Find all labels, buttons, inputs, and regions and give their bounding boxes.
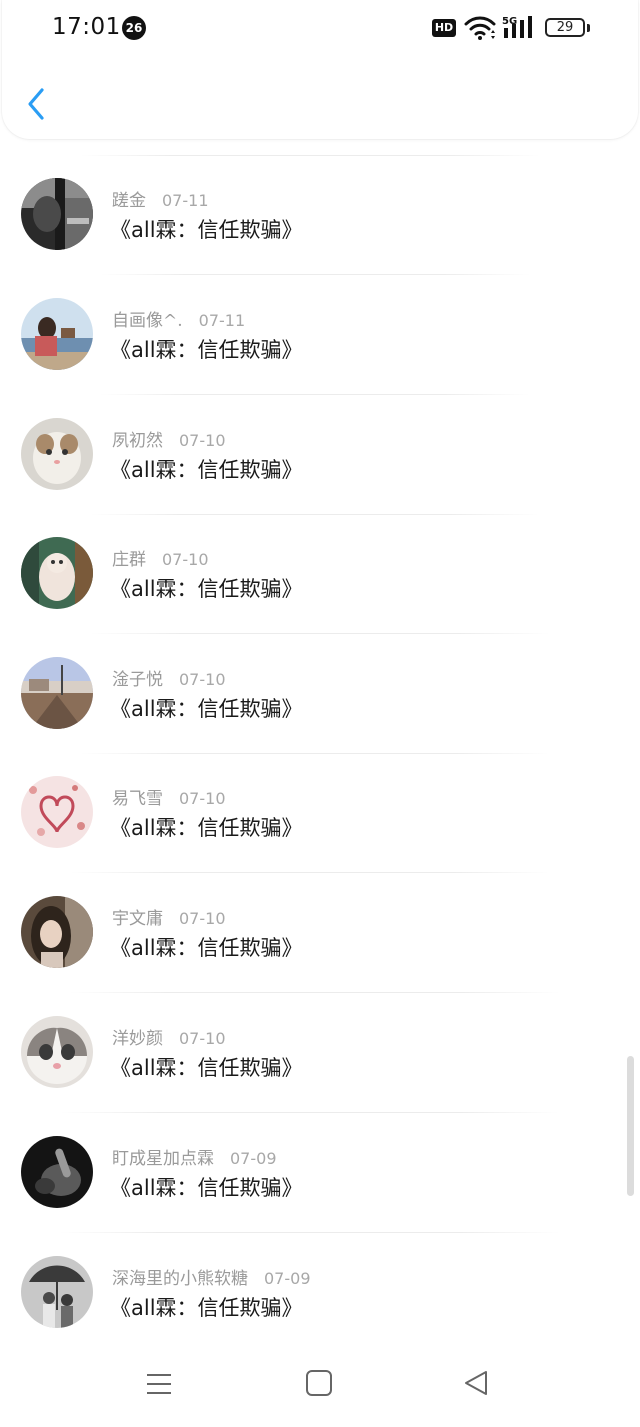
wifi-icon [464, 15, 496, 45]
name-line: 洋妙颜 07-10 [112, 1024, 226, 1049]
divider [90, 514, 540, 515]
list-item[interactable]: 深海里的小熊软糖 07-09 《all霖：信任欺骗》 [0, 1256, 640, 1356]
avatar[interactable] [21, 657, 93, 729]
post-title[interactable]: 《all霖：信任欺骗》 [110, 334, 303, 364]
divider [80, 155, 540, 156]
name-line: 庄群 07-10 [112, 545, 209, 570]
list-item[interactable]: 洋妙颜 07-10 《all霖：信任欺骗》 [0, 1016, 640, 1116]
list-item[interactable]: 庄群 07-10 《all霖：信任欺骗》 [0, 537, 640, 637]
post-title[interactable]: 《all霖：信任欺骗》 [110, 573, 303, 603]
list-item[interactable]: 宇文庸 07-10 《all霖：信任欺骗》 [0, 896, 640, 996]
post-title[interactable]: 《all霖：信任欺骗》 [110, 1292, 303, 1322]
home-button[interactable] [305, 1369, 333, 1401]
chevron-left-icon [28, 88, 44, 120]
user-name: 洋妙颜 [112, 1029, 163, 1049]
post-title[interactable]: 《all霖：信任欺骗》 [110, 1172, 303, 1202]
avatar[interactable] [21, 418, 93, 490]
user-name: 易飞雪 [112, 789, 163, 809]
list-item[interactable]: 盯成星加点霖 07-09 《all霖：信任欺骗》 [0, 1136, 640, 1236]
post-date: 07-09 [230, 1149, 277, 1168]
name-line: 宇文庸 07-10 [112, 904, 226, 929]
user-name: 盯成星加点霖 [112, 1149, 214, 1169]
user-name: 淦子悦 [112, 670, 163, 690]
name-line: 淦子悦 07-10 [112, 665, 226, 690]
divider [100, 394, 530, 395]
list-item[interactable]: 夙初然 07-10 《all霖：信任欺骗》 [0, 418, 640, 518]
back-triangle-icon [465, 1371, 487, 1395]
user-name: 自画像^. [112, 311, 183, 331]
scrollbar[interactable] [627, 1056, 634, 1196]
user-name: 夙初然 [112, 431, 163, 451]
divider [90, 633, 550, 634]
post-title[interactable]: 《all霖：信任欺骗》 [110, 812, 303, 842]
menu-icon [147, 1374, 171, 1394]
post-date: 07-10 [162, 550, 209, 569]
post-title[interactable]: 《all霖：信任欺骗》 [110, 1052, 303, 1082]
avatar[interactable] [21, 776, 93, 848]
signal-5g-icon: 5G [502, 14, 536, 44]
post-date: 07-10 [179, 909, 226, 928]
post-title[interactable]: 《all霖：信任欺骗》 [110, 214, 303, 244]
post-date: 07-10 [179, 1029, 226, 1048]
post-date: 07-10 [179, 789, 226, 808]
avatar[interactable] [21, 1136, 93, 1208]
name-line: 夙初然 07-10 [112, 426, 226, 451]
app-screen: 蹉金 07-11 《all霖：信任欺骗》 自画像^. 07-11 《all霖：信任欺… [0, 0, 640, 1427]
divider [100, 274, 530, 275]
post-date: 07-10 [179, 431, 226, 450]
divider [60, 1112, 560, 1113]
name-line: 盯成星加点霖 07-09 [112, 1144, 277, 1169]
avatar[interactable] [21, 1256, 93, 1328]
user-name: 蹉金 [112, 191, 146, 211]
user-name: 深海里的小熊软糖 [112, 1269, 248, 1289]
system-back-button[interactable] [462, 1369, 490, 1401]
list-item[interactable]: 自画像^. 07-11 《all霖：信任欺骗》 [0, 298, 640, 398]
avatar[interactable] [21, 1016, 93, 1088]
divider [70, 992, 560, 993]
avatar[interactable] [21, 537, 93, 609]
post-title[interactable]: 《all霖：信任欺骗》 [110, 454, 303, 484]
notification-badge: 26 [122, 16, 146, 40]
user-name: 宇文庸 [112, 909, 163, 929]
back-button[interactable] [22, 84, 54, 124]
battery-indicator: 29 [545, 18, 585, 37]
hd-icon: HD [432, 19, 456, 37]
list-item[interactable]: 易飞雪 07-10 《all霖：信任欺骗》 [0, 776, 640, 876]
post-title[interactable]: 《all霖：信任欺骗》 [110, 693, 303, 723]
home-square-icon [306, 1370, 332, 1396]
divider [60, 1232, 560, 1233]
status-time: 17:01 [52, 14, 121, 40]
post-date: 07-11 [198, 311, 246, 330]
battery-tip [587, 24, 590, 32]
avatar[interactable] [21, 178, 93, 250]
list-item[interactable]: 淦子悦 07-10 《all霖：信任欺骗》 [0, 657, 640, 757]
system-nav-bar [0, 1345, 640, 1427]
post-date: 07-09 [264, 1269, 311, 1288]
name-line: 自画像^. 07-11 [112, 306, 245, 331]
list-item[interactable]: 蹉金 07-11 《all霖：信任欺骗》 [0, 178, 640, 278]
name-line: 易飞雪 07-10 [112, 784, 226, 809]
avatar[interactable] [21, 298, 93, 370]
top-bar: 17:01 26 HD 5G 29 [2, 0, 638, 139]
post-date: 07-10 [179, 670, 226, 689]
post-date: 07-11 [162, 191, 209, 210]
avatar[interactable] [21, 896, 93, 968]
divider [70, 872, 550, 873]
divider [80, 753, 550, 754]
post-title[interactable]: 《all霖：信任欺骗》 [110, 932, 303, 962]
name-line: 蹉金 07-11 [112, 186, 209, 211]
menu-button[interactable] [145, 1370, 173, 1402]
user-name: 庄群 [112, 550, 146, 570]
name-line: 深海里的小熊软糖 07-09 [112, 1264, 311, 1289]
